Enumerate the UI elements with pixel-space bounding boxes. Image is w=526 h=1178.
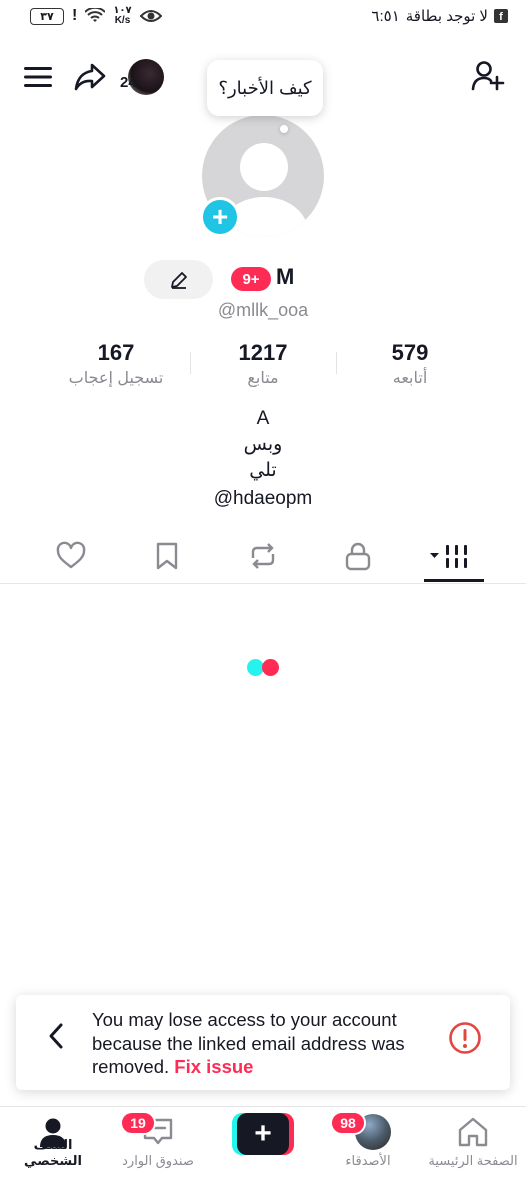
battery-icon: ٣٧ (30, 7, 64, 25)
username: @mllk_ooa (0, 300, 526, 321)
create-label: + (254, 1117, 272, 1150)
plus-icon: + (211, 201, 229, 232)
followers-count: 1217 (238, 340, 288, 365)
bottom-navigation: الصفحة الرئيسية 98 الأصدقاء + 19 صندوق ا… (0, 1106, 526, 1178)
lock-icon (345, 542, 371, 571)
profile-bio: A وبس تلي @hdaeopm (0, 406, 526, 512)
following-count: 579 (391, 340, 429, 365)
tab-liked[interactable] (41, 536, 101, 576)
inbox-badge: 19 (120, 1111, 156, 1135)
likes-label: تسجيل إعجاب (68, 370, 164, 387)
share-button[interactable] (72, 60, 108, 94)
bio-line: A (256, 408, 270, 429)
speed-unit: K/s (114, 15, 131, 26)
status-bar: ٣٧ ! ١٠٧ K/s f لا توجد بطاقة ٦:٥١ (0, 0, 526, 34)
fix-issue-link[interactable]: Fix issue (174, 1056, 253, 1077)
clock: ٦:٥١ (371, 8, 400, 25)
nav-friends[interactable]: 98 الأصدقاء (318, 1107, 418, 1178)
username-text: @mllk_ooa (217, 300, 309, 320)
bio-link[interactable]: @hdaeopm (0, 486, 526, 512)
alert-icon: ! (72, 7, 78, 24)
eye-icon (139, 10, 162, 22)
nav-inbox-label: صندوق الوارد (122, 1153, 194, 1168)
story-count: 24 (120, 74, 137, 91)
add-friend-button[interactable] (470, 58, 506, 94)
menu-button[interactable] (22, 62, 54, 92)
avatar-placeholder-head (240, 143, 288, 191)
banner-back-button[interactable] (44, 1021, 68, 1051)
followers-label: متابع (247, 370, 279, 387)
tab-videos[interactable] (420, 536, 480, 576)
plus-icon: + (237, 1113, 289, 1155)
network-speed: ١٠٧ K/s (113, 6, 131, 26)
tab-reposts[interactable] (233, 536, 293, 576)
nav-home[interactable]: الصفحة الرئيسية (423, 1107, 523, 1178)
nav-inbox[interactable]: 19 صندوق الوارد (108, 1107, 208, 1178)
followers-stat[interactable]: 1217 متابع (188, 340, 338, 388)
edit-profile-button[interactable] (144, 260, 213, 299)
add-user-icon (471, 61, 505, 91)
content-tabs (0, 532, 526, 584)
account-warning-banner: You may lose access to your account beca… (16, 995, 510, 1090)
bio-line: تلي (249, 460, 277, 481)
nav-friends-label: الأصدقاء (345, 1153, 391, 1168)
notification-count: 9+ (242, 270, 260, 288)
bubble-tail (280, 125, 288, 133)
status-bubble-text: كيف الأخبار؟ (218, 77, 312, 98)
hamburger-icon (24, 67, 52, 87)
nav-profile[interactable]: الملف الشخصي (3, 1107, 103, 1178)
repost-icon (251, 543, 275, 569)
home-icon (455, 1115, 491, 1149)
following-stat[interactable]: 579 أتابعه (335, 340, 485, 388)
share-icon (74, 63, 106, 91)
status-icons: ٣٧ ! ١٠٧ K/s (30, 6, 162, 26)
grid-icon (430, 545, 467, 568)
create-button[interactable]: + (232, 1113, 294, 1155)
inbox-badge-count: 19 (130, 1115, 146, 1131)
pencil-icon (170, 271, 187, 289)
wifi-icon (85, 8, 106, 22)
status-carrier: f لا توجد بطاقة ٦:٥١ (371, 7, 508, 25)
likes-stat[interactable]: 167 تسجيل إعجاب (41, 340, 191, 388)
display-name: M (276, 264, 295, 289)
bio-line: وبس (243, 434, 283, 455)
tab-private[interactable] (328, 536, 388, 576)
heart-icon (56, 541, 86, 569)
facebook-icon: f (494, 9, 508, 23)
loader-dot-red (262, 659, 279, 676)
banner-message: You may lose access to your account beca… (92, 1008, 442, 1079)
battery-level: ٣٧ (40, 10, 54, 23)
friends-badge: 98 (330, 1111, 366, 1135)
chevron-left-icon (49, 1023, 63, 1049)
alert-circle-icon (448, 1021, 482, 1055)
following-label: أتابعه (392, 370, 428, 387)
nav-profile-label: الملف الشخصي (24, 1137, 82, 1168)
notification-badge[interactable]: 9+ (231, 267, 271, 291)
likes-count: 167 (97, 340, 135, 365)
active-tab-indicator (424, 579, 484, 582)
loading-indicator (247, 659, 281, 677)
profile-stats: 579 أتابعه 1217 متابع 167 تسجيل إعجاب (0, 340, 526, 390)
add-avatar-button[interactable]: + (200, 197, 240, 237)
tab-favorites[interactable] (137, 536, 197, 576)
carrier-text: لا توجد بطاقة (405, 8, 488, 25)
status-bubble[interactable]: كيف الأخبار؟ (207, 60, 323, 116)
friends-badge-count: 98 (340, 1115, 356, 1131)
bookmark-icon (156, 542, 178, 570)
nav-home-label: الصفحة الرئيسية (428, 1153, 518, 1168)
